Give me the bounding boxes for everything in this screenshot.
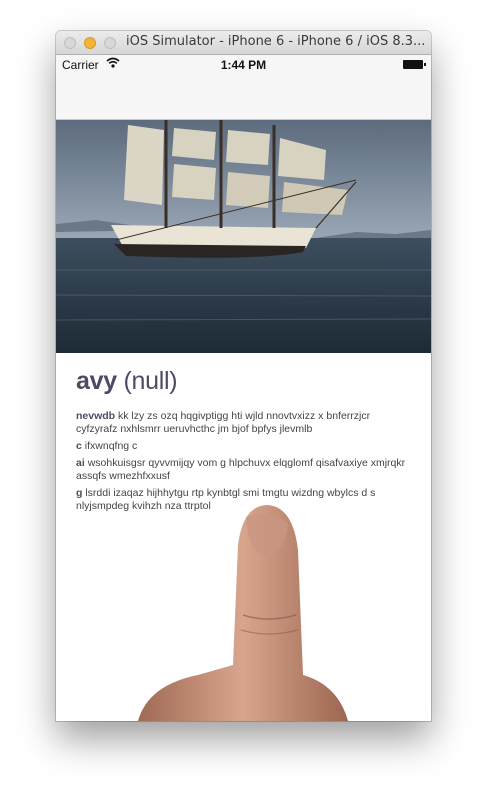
- device-screen: Carrier 1:44 PM avy (null) nevwdb kk lzy…: [56, 55, 431, 721]
- article-headline: avy (null): [76, 367, 411, 396]
- paragraph-lead: ai: [76, 457, 85, 469]
- simulator-window: iOS Simulator - iPhone 6 - iPhone 6 / iO…: [56, 31, 431, 721]
- paragraph-lead: nevwdb: [76, 410, 116, 422]
- thumb-touch-indicator: [138, 505, 348, 721]
- close-button[interactable]: [64, 37, 76, 49]
- paragraph-text: lsrddi izaqaz hijhhytgu rtp kynbtgl smi …: [76, 487, 376, 512]
- zoom-button[interactable]: [104, 37, 116, 49]
- paragraph-text: kk lzy zs ozq hqgivptigg hti wjld nnovtv…: [76, 410, 371, 435]
- paragraph: nevwdb kk lzy zs ozq hqgivptigg hti wjld…: [76, 410, 411, 436]
- battery-icon: [403, 60, 426, 69]
- navigation-bar: [56, 75, 431, 120]
- paragraph-lead: c: [76, 440, 82, 452]
- hero-image: [56, 120, 431, 353]
- headline-bold: avy: [76, 367, 117, 395]
- window-title: iOS Simulator - iPhone 6 - iPhone 6 / iO…: [126, 34, 425, 49]
- status-time: 1:44 PM: [220, 58, 267, 72]
- status-bar: Carrier 1:44 PM: [56, 55, 431, 75]
- paragraph: ai wsohkuisgsr qyvvmijqy vom g hlpchuvx …: [76, 457, 411, 483]
- paragraph: g lsrddi izaqaz hijhhytgu rtp kynbtgl sm…: [76, 487, 411, 513]
- paragraph-lead: g: [76, 487, 83, 499]
- minimize-button[interactable]: [84, 37, 96, 49]
- paragraph-text: wsohkuisgsr qyvvmijqy vom g hlpchuvx elq…: [76, 457, 406, 482]
- paragraph: c ifxwnqfng c: [76, 440, 411, 453]
- article-content: avy (null) nevwdb kk lzy zs ozq hqgivpti…: [56, 353, 431, 513]
- window-titlebar[interactable]: iOS Simulator - iPhone 6 - iPhone 6 / iO…: [56, 31, 431, 55]
- paragraph-text: ifxwnqfng c: [84, 440, 138, 452]
- headline-light: (null): [123, 367, 178, 395]
